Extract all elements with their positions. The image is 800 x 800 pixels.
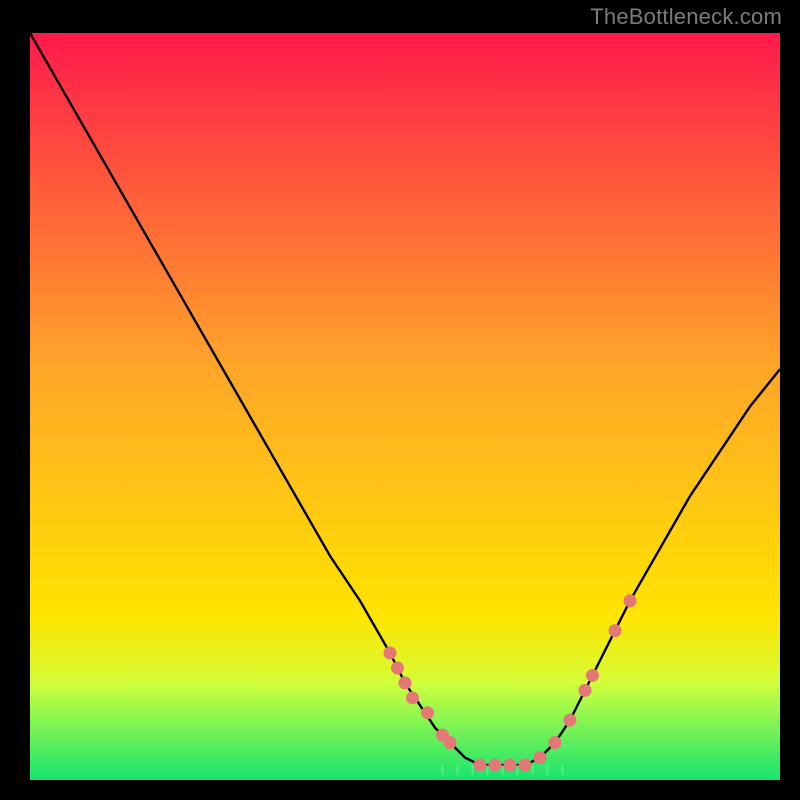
axis-tick [442,765,444,775]
data-dot [564,714,577,727]
data-dot [624,594,637,607]
axis-tick [532,765,534,775]
plot-background [30,33,780,780]
data-dot [579,684,592,697]
data-dot [534,751,547,764]
data-dot [549,736,562,749]
data-dot [391,661,404,674]
axis-tick [562,765,564,775]
data-dot [444,736,457,749]
axis-tick [502,765,504,775]
data-dot [399,676,412,689]
data-dot [586,669,599,682]
data-dot [504,759,517,772]
axis-tick [517,765,519,775]
data-dot [406,691,419,704]
data-dot [489,759,502,772]
data-dot [609,624,622,637]
good-band [30,683,780,780]
axis-tick [487,765,489,775]
data-dot [474,759,487,772]
data-dot [421,706,434,719]
bottleneck-chart [0,0,800,800]
axis-tick [472,765,474,775]
axis-tick [457,765,459,775]
data-dot [384,647,397,660]
watermark-label: TheBottleneck.com [590,4,782,30]
axis-tick [547,765,549,775]
data-dot [519,759,532,772]
